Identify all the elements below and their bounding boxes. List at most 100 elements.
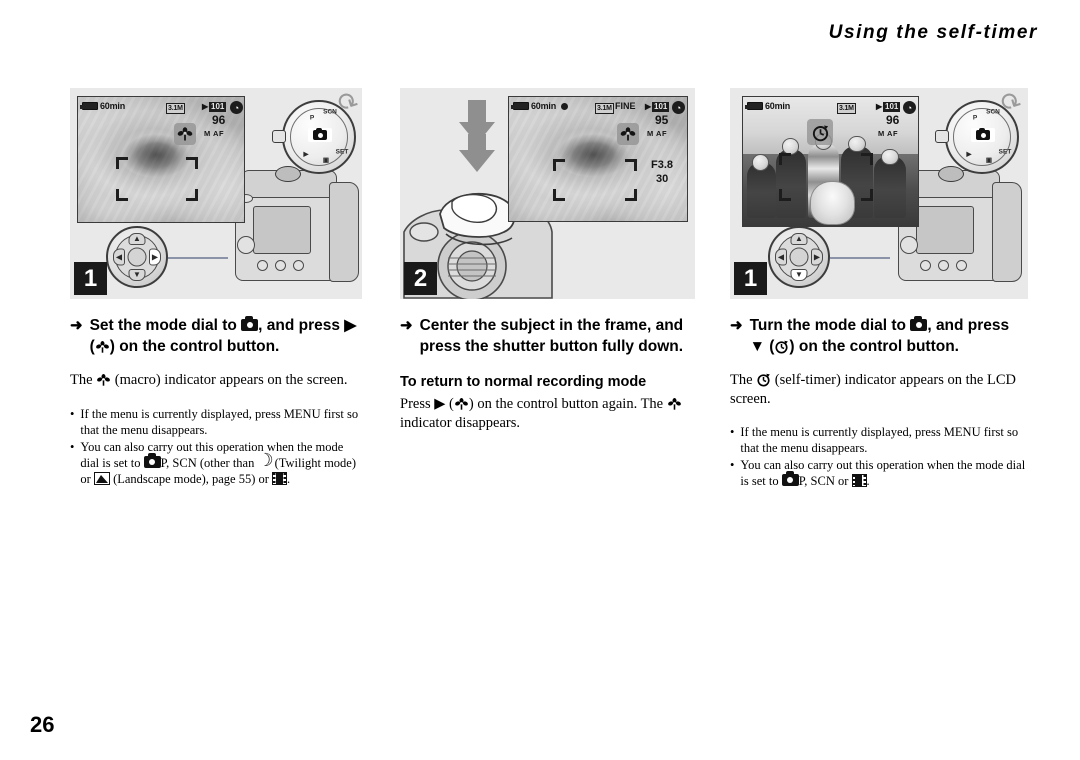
bullet-text: If the menu is currently displayed, pres…: [740, 425, 1019, 455]
instruction-suffix: on the control button.: [798, 338, 959, 355]
manual-page: Using the self-timer 60min 3.1M ▶ 101 ◔ …: [0, 0, 1080, 760]
self-timer-clock-icon: [775, 340, 789, 354]
list-item: • You can also carry out this operation …: [730, 457, 1028, 489]
shutter-button[interactable]: [275, 166, 301, 182]
folder-number: 101: [883, 102, 901, 112]
bullet-list-step-1: • If the menu is currently displayed, pr…: [70, 406, 362, 487]
camera-mode-icon: [143, 452, 161, 468]
ae-lock-dot-icon: [561, 102, 569, 110]
twilight-moon-icon: [257, 451, 273, 470]
dial-mark-setup: SET: [998, 148, 1012, 156]
movie-film-icon: [851, 474, 867, 487]
camera-grip: [329, 182, 359, 282]
macro-flower-icon: [174, 123, 196, 145]
mode-dial-selected-camera: [308, 127, 332, 142]
af-frame-corner-bl: [779, 189, 791, 201]
battery-icon: [511, 102, 529, 110]
control-button-center[interactable]: [789, 247, 809, 267]
step-badge: 2: [404, 262, 437, 295]
battery-indicator: 60min: [80, 101, 125, 111]
aperture-value: F3.8: [651, 159, 674, 171]
instruction-step-1: ➜ Set the mode dial to , and press ▶ ( )…: [70, 315, 362, 357]
step-badge: 1: [734, 262, 767, 295]
shots-remaining: 96: [212, 113, 226, 127]
list-item: • If the menu is currently displayed, pr…: [730, 424, 1028, 456]
focus-mode-label: M AF: [647, 129, 668, 138]
mode-dial-tab: [272, 130, 286, 143]
dial-mark-play: ▶: [966, 151, 972, 158]
note-pre: The: [730, 372, 753, 388]
camera-button-3[interactable]: [293, 260, 304, 271]
dial-mark-play: ▶: [303, 151, 309, 158]
self-timer-clock-icon: [757, 373, 770, 387]
macro-flower-glyph: [620, 127, 636, 141]
dial-mark-setup: SET: [335, 148, 349, 156]
camera-button-1[interactable]: [257, 260, 268, 271]
macro-flower-icon: [95, 341, 109, 353]
resolution-badge: 3.1M: [166, 103, 185, 114]
control-button-down[interactable]: ▼: [128, 269, 146, 281]
camera-button-3[interactable]: [956, 260, 967, 271]
camera-button-2[interactable]: [275, 260, 286, 271]
arrow-bullet-icon: ➜: [400, 317, 413, 334]
camera-button-2[interactable]: [938, 260, 949, 271]
af-frame-corner-tl: [779, 153, 791, 165]
flash-mode-icon: ◔: [230, 101, 243, 114]
af-frame-corner-tl: [116, 157, 128, 169]
camera-grip: [992, 182, 1022, 282]
control-button-right[interactable]: ▶: [149, 248, 161, 266]
control-button-down[interactable]: ▼: [790, 269, 808, 281]
down-arrow-glyph: [459, 100, 495, 172]
camera-control-wheel[interactable]: [900, 236, 918, 254]
page-number: 26: [30, 712, 55, 737]
self-timer-setup-illustration: 60min 3.1M ▶ 101 ◔ 96 M AF ⟳ SCN P ▶ ▣ S…: [730, 88, 1028, 299]
macro-flower-icon: [455, 398, 468, 410]
bullet-dot-icon: •: [730, 425, 735, 439]
dial-mark-scn: SCN: [986, 108, 1000, 116]
shots-remaining: 95: [655, 113, 669, 127]
lcd-osd-panel-3: 60min 3.1M ▶ 101 ◔ 96 M AF: [743, 97, 918, 226]
control-button[interactable]: ▲ ▼ ◀ ▶: [106, 226, 168, 288]
bullet-text: You can also carry out this operation wh…: [80, 439, 362, 487]
bullet-list-step-3: • If the menu is currently displayed, pr…: [730, 424, 1028, 489]
control-button-center[interactable]: [127, 247, 147, 267]
instruction-text: Turn the mode dial to , and press ▼ ( ) …: [749, 316, 1010, 355]
lcd-osd-panel-1: 60min 3.1M ▶ 101 ◔ 96 M AF: [78, 97, 244, 222]
control-button-left[interactable]: ◀: [775, 248, 787, 266]
instruction-text: Set the mode dial to , and press ▶ ( ) o…: [89, 316, 357, 355]
instruction-direction: ▶: [344, 317, 357, 334]
af-frame-corner-bl: [116, 189, 128, 201]
camera-rear-lcd: [253, 206, 311, 254]
column-step-2: 60min 3.1M FINE ▶ 101 ◔ 95 M AF F3.8 30: [400, 88, 695, 432]
af-frame-corner-tr: [861, 153, 873, 165]
mode-dial[interactable]: ⟳ SCN P ▶ ▣ SET: [935, 88, 1026, 174]
instruction-step-3: ➜ Turn the mode dial to , and press ▼ ( …: [730, 315, 1028, 357]
bullet-text: If the menu is currently displayed, pres…: [80, 406, 359, 437]
af-frame-corner-tr: [625, 159, 637, 171]
bullet-modes: P, SCN (other than: [160, 455, 255, 470]
macro-flower-icon: [667, 398, 681, 410]
mode-dial-rotate-arrow: ⟳: [331, 88, 362, 121]
mode-dial[interactable]: ⟳ SCN P ▶ ▣ SET: [272, 88, 362, 174]
af-frame-corner-tr: [186, 157, 198, 169]
camera-button-1[interactable]: [920, 260, 931, 271]
self-timer-clock-icon: [807, 119, 833, 145]
list-item: • If the menu is currently displayed, pr…: [70, 406, 362, 438]
camera-control-wheel[interactable]: [237, 236, 255, 254]
control-button-up[interactable]: ▲: [790, 233, 808, 245]
control-button[interactable]: ▲ ▼ ◀ ▶: [768, 226, 830, 288]
af-frame-corner-br: [861, 189, 873, 201]
dial-mark-p: P: [972, 114, 978, 122]
camera-rear-lcd: [916, 206, 974, 254]
subbody-mid: on the control button again. The: [477, 396, 664, 412]
battery-icon: [80, 102, 98, 110]
control-button-right[interactable]: ▶: [811, 248, 823, 266]
folder-arrow-icon: ▶: [645, 102, 652, 111]
bullet-dot-icon: •: [70, 439, 75, 454]
shutter-button[interactable]: [938, 166, 964, 182]
macro-flower-icon: [97, 374, 111, 386]
control-button-up[interactable]: ▲: [128, 233, 146, 245]
control-button-left[interactable]: ◀: [113, 248, 125, 266]
af-frame-corner-br: [625, 189, 637, 201]
macro-flower-glyph: [177, 127, 193, 141]
